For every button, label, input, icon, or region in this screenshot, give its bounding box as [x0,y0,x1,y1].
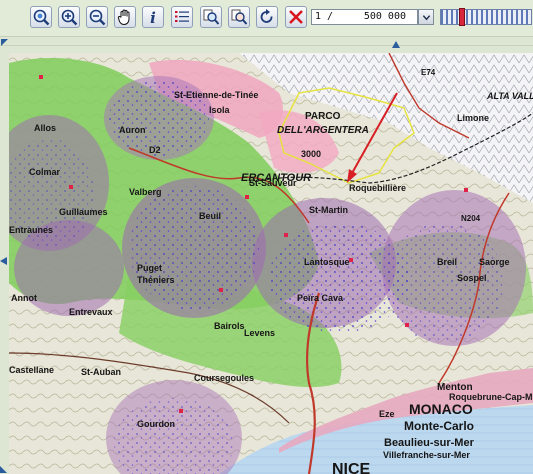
map-label-limone: Limone [457,113,489,123]
corner-arrow-icon [0,466,7,473]
zoom-slider-track [440,9,532,25]
map-label-allos: Allos [34,123,56,133]
map-label-gourdon: Gourdon [137,419,175,429]
map-canvas[interactable]: PARCO DELL'ARGENTERA ALTA VALLE Limone M… [9,53,533,474]
map-label-roquebrune: Roquebrune-Cap-M [449,392,533,402]
map-label-e74: E74 [421,68,436,77]
map-label-castellane: Castellane [9,365,54,375]
query-b-button[interactable] [228,6,250,28]
map-label-alta-valle: ALTA VALLE [486,91,533,101]
corner-arrow-icon [1,39,8,46]
zoom-in-icon [61,9,78,26]
close-icon [289,10,303,24]
scale-prefix: 1 / [315,11,334,22]
map-label-st-martin: St-Martin [309,205,348,215]
magnifier-map-icon [203,9,220,25]
info-icon: i [150,9,156,26]
scale-value: 500 000 [363,11,406,22]
panel-divider [0,45,533,46]
globe-magnifier-icon [33,9,50,26]
magnifier-map-alt-icon [231,9,248,25]
query-a-button[interactable] [200,6,222,28]
map-label-theniers: Théniers [137,275,175,285]
hand-icon [117,9,130,26]
map-label-parco: PARCO [305,111,341,122]
map-label-villefranche: Villefranche-sur-Mer [383,450,470,460]
zoom-slider-thumb[interactable] [459,8,465,26]
map-label-saorge: Saorge [479,257,510,267]
info-button[interactable]: i [142,6,164,28]
list-icon [175,11,189,22]
map-label-levens: Levens [244,328,275,338]
map-toolbar: i 1 / 500 000 [0,0,533,37]
pan-button[interactable] [114,6,136,28]
map-label-entrevaux: Entrevaux [69,307,113,317]
map-label-roquebilliere: Roquebillière [349,183,406,193]
zoom-out-icon [89,9,106,26]
chevron-down-icon [422,14,430,20]
map-label-beuil: Beuil [199,211,221,221]
map-label-puget: Puget [137,263,162,273]
map-label-monte-carlo: Monte-Carlo [404,419,474,433]
legend-button[interactable] [171,6,193,28]
zoom-slider[interactable] [440,8,532,26]
refresh-button[interactable] [256,6,278,28]
scale-dropdown-button[interactable] [418,9,434,25]
map-label-annot: Annot [11,293,37,303]
map-label-breil: Breil [437,257,457,267]
clear-button[interactable] [285,6,307,28]
map-label-eze: Eze [379,409,395,419]
map-label-sospel: Sospel [457,273,487,283]
map-label-isola: Isola [209,105,231,115]
map-label-n204: N204 [461,214,481,223]
map-label-monaco: MONACO [409,401,473,417]
map-label-entraunes: Entraunes [9,225,53,235]
zoom-extent-button[interactable] [30,6,52,28]
map-label-peak: 3000 [301,149,321,159]
arrow-left-icon [0,257,7,265]
scale-input[interactable]: 1 / 500 000 [311,9,418,25]
map-label-st-etienne: St-Etienne-de-Tinée [174,90,258,100]
map-label-peira-cava: Peïra Cava [297,293,344,303]
map-label-lantosque: Lantosque [304,257,350,267]
map-label-nice: NICE [332,461,371,474]
map-label-road-d2: D2 [149,145,161,155]
map-label-valberg: Valberg [129,187,162,197]
map-label-auron: Auron [119,125,146,135]
map-label-bairols: Bairols [214,321,245,331]
svg-text:i: i [150,9,156,26]
arrow-up-icon [392,41,400,48]
map-label-colmars: Colmar [29,167,61,177]
map-label-coursegoules: Coursegoules [194,373,254,383]
zoom-out-button[interactable] [86,6,108,28]
map-label-guillaumes: Guillaumes [59,207,108,217]
map-label-st-auban: St-Auban [81,367,121,377]
map-label-mercantour: ERCANTOUR [241,172,311,184]
map-label-beaulieu: Beaulieu-sur-Mer [384,437,475,449]
map-label-argentera: DELL'ARGENTERA [277,125,369,136]
zoom-in-button[interactable] [58,6,80,28]
refresh-icon [260,9,273,23]
map-image: PARCO DELL'ARGENTERA ALTA VALLE Limone M… [9,53,533,474]
